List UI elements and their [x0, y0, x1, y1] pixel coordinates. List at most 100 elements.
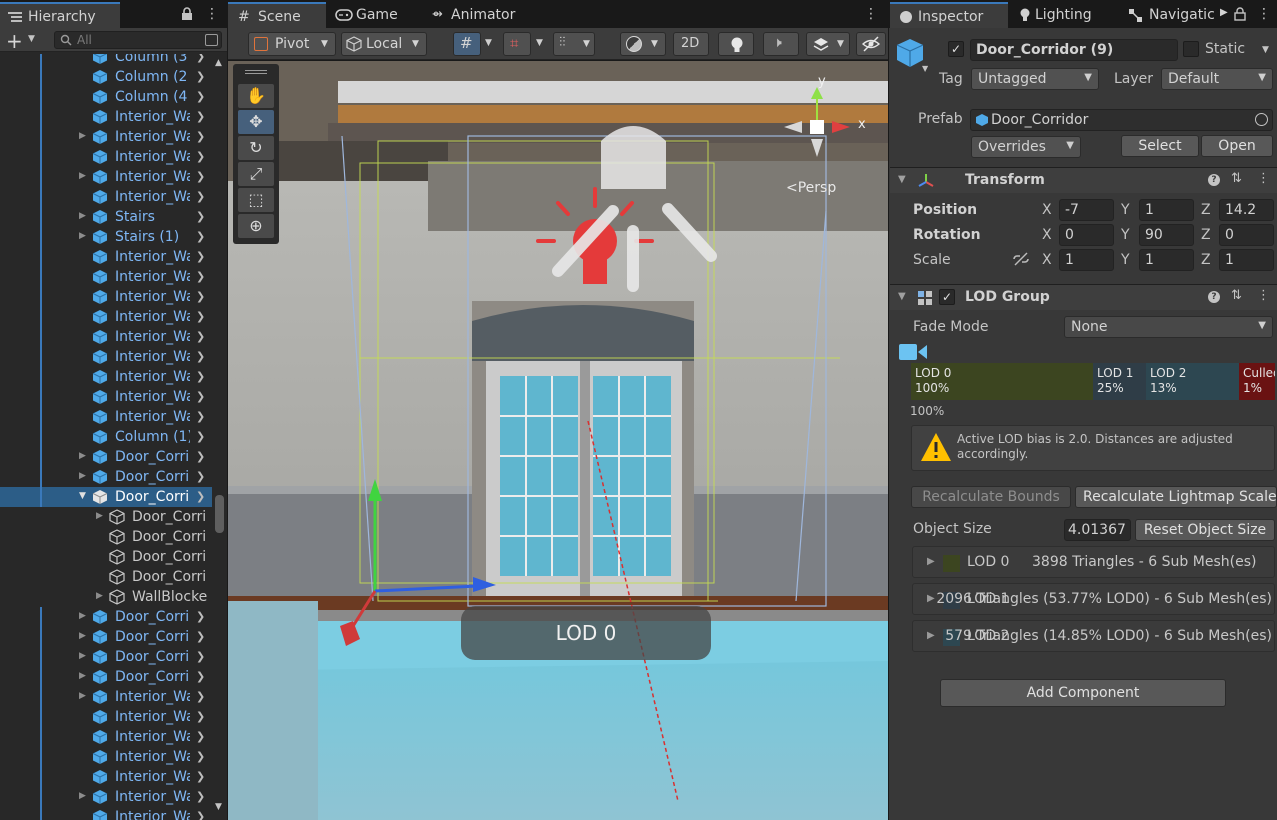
hierarchy-item[interactable]: Interior_Wa ❯ [0, 707, 212, 727]
open-prefab-arrow-icon[interactable]: ❯ [196, 70, 205, 83]
rect-tool-button[interactable]: ⬚ [238, 188, 274, 212]
open-prefab-arrow-icon[interactable]: ❯ [196, 750, 205, 763]
tab-animator[interactable]: ⇴ Animator [428, 2, 538, 28]
hierarchy-item[interactable]: Door_Corri [0, 567, 212, 587]
hierarchy-item[interactable]: Interior_Wa ❯ [0, 287, 212, 307]
hierarchy-item[interactable]: ▶ Interior_Wa ❯ [0, 687, 212, 707]
panel-drag-handle[interactable] [245, 70, 267, 74]
rotation-x-field[interactable]: 0 [1059, 224, 1114, 246]
position-axis-z-label[interactable]: Z [1201, 202, 1211, 218]
hierarchy-item[interactable]: Door_Corri [0, 527, 212, 547]
fold-arrow-icon[interactable]: ▶ [79, 631, 89, 643]
fold-arrow-icon[interactable]: ▶ [79, 451, 89, 463]
link-constrain-icon[interactable] [1012, 252, 1030, 266]
effects-dropdown[interactable]: ▼ [806, 32, 850, 56]
open-prefab-arrow-icon[interactable]: ❯ [196, 770, 205, 783]
perspective-label[interactable]: <Persp [786, 180, 836, 196]
recalculate-bounds-button[interactable]: Recalculate Bounds [911, 486, 1071, 508]
open-prefab-arrow-icon[interactable]: ❯ [196, 470, 205, 483]
fold-arrow-icon[interactable]: ▶ [79, 131, 89, 143]
hierarchy-item[interactable]: ▶ WallBlocke [0, 587, 212, 607]
create-plus-icon[interactable]: + [6, 29, 23, 53]
hierarchy-item[interactable]: Interior_Wa ❯ [0, 367, 212, 387]
kebab-menu-icon[interactable]: ⋮ [205, 6, 219, 22]
audio-toggle[interactable]: 🕨 [763, 32, 799, 56]
presets-icon[interactable]: ⇅ [1231, 171, 1242, 186]
scale-axis-x-label[interactable]: X [1042, 252, 1052, 268]
rotation-axis-z-label[interactable]: Z [1201, 227, 1211, 243]
hierarchy-item[interactable]: Column (4 ❯ [0, 87, 212, 107]
hierarchy-item[interactable]: Interior_Wa ❯ [0, 107, 212, 127]
lock-icon[interactable] [1234, 7, 1246, 21]
hand-tool-button[interactable]: ✋ [238, 84, 274, 108]
open-prefab-arrow-icon[interactable]: ❯ [196, 410, 205, 423]
hierarchy-search-field[interactable]: All [54, 31, 222, 49]
hierarchy-item[interactable]: ▶ Door_Corri [0, 507, 212, 527]
open-prefab-arrow-icon[interactable]: ❯ [196, 230, 205, 243]
hierarchy-item[interactable]: Door_Corri [0, 547, 212, 567]
lod-detail-row[interactable]: ▶ LOD 2 579 Triangles (14.85% LOD0) - 6 Su… [912, 620, 1275, 652]
hierarchy-item[interactable]: Interior_Wa ❯ [0, 747, 212, 767]
chevron-down-icon[interactable]: ▼ [922, 64, 928, 73]
hierarchy-item[interactable]: ▶ Interior_Wa ❯ [0, 787, 212, 807]
pivot-dropdown[interactable]: Pivot ▼ [248, 32, 336, 56]
static-checkbox[interactable] [1183, 41, 1199, 57]
fold-arrow-icon[interactable]: ▼ [898, 291, 906, 302]
tab-inspector[interactable]: Inspector [890, 2, 1008, 28]
transform-header[interactable]: ▼ Transform ? ⇅ ⋮ [890, 167, 1277, 193]
scale-y-field[interactable]: 1 [1139, 249, 1194, 271]
fold-arrow-icon[interactable]: ▶ [79, 611, 89, 623]
kebab-menu-icon[interactable]: ⋮ [864, 6, 878, 22]
search-options-icon[interactable] [205, 34, 218, 46]
fold-arrow-icon[interactable]: ▼ [898, 174, 906, 185]
open-prefab-arrow-icon[interactable]: ❯ [196, 790, 205, 803]
object-size-field[interactable]: 4.01367 [1064, 519, 1131, 541]
scroll-up-icon[interactable]: ▲ [215, 58, 222, 68]
open-prefab-arrow-icon[interactable]: ❯ [196, 370, 205, 383]
hierarchy-item[interactable]: ▶ Door_Corri ❯ [0, 647, 212, 667]
fade-mode-dropdown[interactable]: None ▼ [1064, 316, 1273, 338]
hierarchy-item[interactable]: Interior_Wa ❯ [0, 327, 212, 347]
hierarchy-item[interactable]: Interior_Wa ❯ [0, 147, 212, 167]
hierarchy-item[interactable]: ▶ Door_Corri ❯ [0, 627, 212, 647]
rotation-axis-x-label[interactable]: X [1042, 227, 1052, 243]
local-dropdown[interactable]: Local ▼ [341, 32, 427, 56]
open-prefab-arrow-icon[interactable]: ❯ [196, 390, 205, 403]
open-prefab-arrow-icon[interactable]: ❯ [196, 210, 205, 223]
scene-viewport[interactable]: y x [228, 61, 888, 820]
lock-icon[interactable] [181, 7, 193, 21]
position-axis-x-label[interactable]: X [1042, 202, 1052, 218]
lighting-toggle[interactable] [718, 32, 754, 56]
fold-arrow-icon[interactable]: ▶ [79, 471, 89, 483]
presets-icon[interactable]: ⇅ [1231, 288, 1242, 303]
lod-detail-row[interactable]: ▶ LOD 0 3898 Triangles - 6 Sub Mesh(es) [912, 546, 1275, 578]
hierarchy-item[interactable]: ▶ Stairs ❯ [0, 207, 212, 227]
ruler-button[interactable]: ⫶⫶ ▼ [553, 32, 595, 56]
scale-x-field[interactable]: 1 [1059, 249, 1114, 271]
hierarchy-item[interactable]: Column (1) ❯ [0, 427, 212, 447]
position-axis-y-label[interactable]: Y [1121, 202, 1130, 218]
position-z-field[interactable]: 14.2 [1219, 199, 1274, 221]
visibility-toggle[interactable] [856, 32, 886, 56]
chevron-down-icon[interactable]: ▼ [536, 38, 543, 48]
add-component-button[interactable]: Add Component [940, 679, 1226, 707]
rotation-z-field[interactable]: 0 [1219, 224, 1274, 246]
position-x-field[interactable]: -7 [1059, 199, 1114, 221]
open-prefab-arrow-icon[interactable]: ❯ [196, 610, 205, 623]
hierarchy-item[interactable]: ▼ Door_Corri ❯ [0, 487, 212, 507]
hierarchy-item[interactable]: ▶ Door_Corri ❯ [0, 467, 212, 487]
lod-group-enabled-checkbox[interactable]: ✓ [939, 289, 955, 305]
open-prefab-arrow-icon[interactable]: ❯ [196, 690, 205, 703]
hierarchy-item[interactable]: Interior_Wa ❯ [0, 307, 212, 327]
fold-arrow-icon[interactable]: ▶ [96, 591, 106, 603]
hierarchy-item[interactable]: ▶ Door_Corri ❯ [0, 447, 212, 467]
hierarchy-item[interactable]: Column (2 ❯ [0, 67, 212, 87]
hierarchy-item[interactable]: Interior_Wa ❯ [0, 267, 212, 287]
hierarchy-item[interactable]: Interior_Wa ❯ [0, 347, 212, 367]
hierarchy-item[interactable]: ▶ Interior_Wa ❯ [0, 167, 212, 187]
open-prefab-arrow-icon[interactable]: ❯ [196, 110, 205, 123]
scale-axis-z-label[interactable]: Z [1201, 252, 1211, 268]
hierarchy-item[interactable]: ▶ Stairs (1) ❯ [0, 227, 212, 247]
open-prefab-arrow-icon[interactable]: ❯ [196, 710, 205, 723]
kebab-menu-icon[interactable]: ⋮ [1257, 171, 1270, 186]
